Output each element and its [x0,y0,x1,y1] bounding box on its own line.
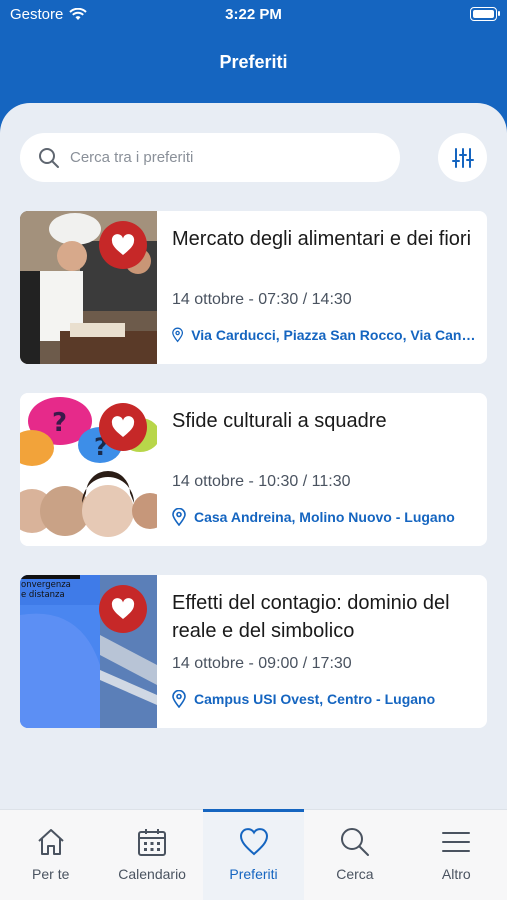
svg-text:?: ? [52,408,67,438]
event-image: onvergenza e distanza [20,575,157,728]
event-title: Mercato degli alimentari e dei fiori [172,228,472,250]
tab-bar: Per te Calendario Preferiti Cerca Altro [0,809,507,900]
filter-button[interactable] [438,133,487,182]
heart-filled-icon [111,416,135,437]
calendar-icon [138,829,167,856]
tab-cerca[interactable]: Cerca [304,810,405,900]
heart-filled-icon [111,234,135,255]
tab-calendario[interactable]: Calendario [101,810,202,900]
search-icon [39,147,59,168]
location-pin-icon [172,508,186,526]
event-location-text: Via Carducci, Piazza San Rocco, Via Cano… [191,327,477,343]
event-card[interactable]: Mercato degli alimentari e dei fiori 14 … [20,211,487,364]
menu-icon [442,832,471,852]
battery-icon [470,7,500,21]
location-pin-icon [172,327,184,343]
event-card[interactable]: ? ? Sfide culturali a squadre 14 ottobre… [20,393,487,546]
tab-altro[interactable]: Altro [406,810,507,900]
tab-label: Per te [32,866,70,882]
event-card[interactable]: onvergenza e distanza Effetti del contag… [20,575,487,728]
tab-label: Calendario [118,866,186,882]
favorite-button[interactable] [99,403,147,451]
favorite-button[interactable] [99,585,147,633]
search-input[interactable]: Cerca tra i preferiti [20,133,400,182]
event-title: Sfide culturali a squadre [172,410,387,432]
tab-preferiti[interactable]: Preferiti [202,809,305,900]
search-placeholder: Cerca tra i preferiti [70,149,194,166]
thumb-text-line-1: onvergenza [21,580,71,590]
tab-label: Altro [441,866,471,882]
status-time: 3:22 PM [225,6,282,23]
location-pin-icon [172,690,186,708]
event-image: ? ? [20,393,157,546]
tab-label: Preferiti [229,866,278,882]
heart-filled-icon [111,598,135,619]
home-icon [38,829,64,855]
tab-per-te[interactable]: Per te [0,810,101,900]
event-date: 14 ottobre - 07:30 / 14:30 [172,291,352,308]
favorite-button[interactable] [99,221,147,269]
tab-label: Cerca [336,866,374,882]
page-title: Preferiti [219,52,288,72]
event-location-text: Campus USI Ovest, Centro - Lugano [194,691,436,707]
thumb-text-line-2: e distanza [21,590,65,600]
heart-icon [239,828,268,856]
sliders-icon [451,147,474,168]
status-bar: Gestore 3:22 PM [0,0,507,30]
main-content: Cerca tra i preferiti Mercato degli alim… [0,103,507,900]
event-title: Effetti del contagio: dominio del reale … [172,592,450,642]
search-icon [340,828,369,856]
event-date: 14 ottobre - 10:30 / 11:30 [172,473,351,490]
event-location: Via Carducci, Piazza San Rocco, Via Cano… [172,326,477,344]
event-location: Casa Andreina, Molino Nuovo - Lugano [172,508,477,526]
event-location: Campus USI Ovest, Centro - Lugano [172,690,477,708]
event-location-text: Casa Andreina, Molino Nuovo - Lugano [194,509,455,525]
event-date: 14 ottobre - 09:00 / 17:30 [172,655,352,672]
event-image [20,211,157,364]
